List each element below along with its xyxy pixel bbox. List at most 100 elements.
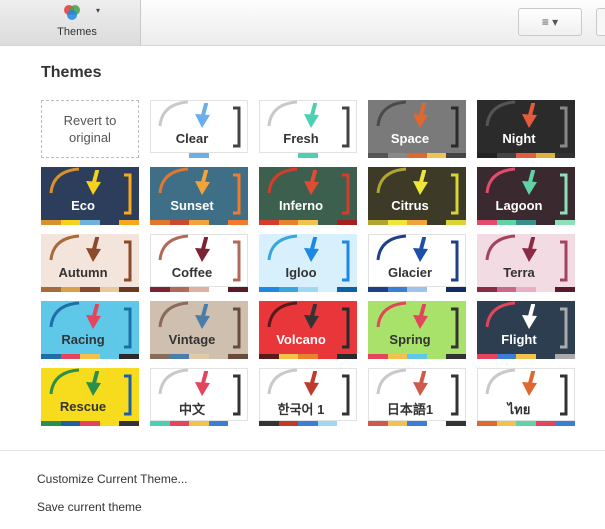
color-swatch <box>477 421 497 426</box>
arrow-down-icon <box>522 304 537 329</box>
color-swatch <box>407 220 427 225</box>
color-swatch <box>150 153 170 158</box>
theme-tile[interactable]: Flight <box>477 301 575 359</box>
color-swatch <box>368 153 388 158</box>
tab-arc-icon <box>376 368 407 395</box>
color-swatch <box>535 354 556 359</box>
revert-to-original-button[interactable]: Revert to original <box>41 100 139 158</box>
tab-arc-icon <box>485 301 516 328</box>
color-swatch <box>387 354 408 359</box>
theme-name: Inferno <box>278 198 324 213</box>
theme-tile[interactable]: Spring <box>368 301 466 359</box>
arrow-down-icon <box>86 304 101 329</box>
color-swatch <box>426 421 447 426</box>
color-swatch <box>208 220 229 225</box>
theme-tile[interactable]: Night <box>477 100 575 158</box>
color-swatch <box>41 421 61 426</box>
theme-tile[interactable]: 中文 <box>150 368 248 426</box>
theme-tile[interactable]: Eco <box>41 167 139 225</box>
color-swatch <box>169 153 190 158</box>
arrow-down-icon <box>304 371 319 396</box>
theme-tile[interactable]: Igloo <box>259 234 357 292</box>
theme-tile[interactable]: 한국어 1 <box>259 368 357 426</box>
tab-arc-icon <box>376 234 407 261</box>
color-strip <box>41 421 139 426</box>
color-strip <box>477 421 575 426</box>
themes-button[interactable]: ▾ Themes <box>0 0 141 45</box>
theme-name: Racing <box>61 332 105 347</box>
tab-arc-icon <box>485 234 516 261</box>
color-swatch <box>99 421 120 426</box>
theme-name: Space <box>390 131 430 146</box>
color-swatch <box>99 287 120 292</box>
color-strip <box>368 354 466 359</box>
color-swatch <box>228 421 248 426</box>
arrow-down-icon <box>522 170 537 195</box>
color-swatch <box>298 153 318 158</box>
color-strip <box>150 287 248 292</box>
themes-button-label: Themes <box>57 26 97 38</box>
customize-theme-link[interactable]: Customize Current Theme... <box>37 472 188 486</box>
color-swatch <box>496 354 517 359</box>
color-swatch <box>278 354 299 359</box>
color-swatch <box>407 287 427 292</box>
color-strip <box>477 153 575 158</box>
color-swatch <box>555 354 575 359</box>
themes-logo-icon <box>64 5 80 20</box>
color-swatch <box>259 153 279 158</box>
theme-tile[interactable]: Racing <box>41 301 139 359</box>
arrow-down-icon <box>413 103 428 128</box>
color-strip <box>41 220 139 225</box>
tab-arc-icon <box>376 301 407 328</box>
color-swatch <box>259 354 279 359</box>
theme-tile[interactable]: Fresh <box>259 100 357 158</box>
theme-tile[interactable]: Volcano <box>259 301 357 359</box>
theme-tile[interactable]: ไทย <box>477 368 575 426</box>
theme-tile[interactable]: Sunset <box>150 167 248 225</box>
theme-tile[interactable]: Inferno <box>259 167 357 225</box>
theme-tile[interactable]: Lagoon <box>477 167 575 225</box>
theme-tile[interactable]: 日本語1 <box>368 368 466 426</box>
theme-tile[interactable]: Terra <box>477 234 575 292</box>
color-swatch <box>60 287 81 292</box>
tab-arc-icon <box>158 301 189 328</box>
color-swatch <box>228 287 248 292</box>
overflow-button[interactable] <box>596 8 605 36</box>
color-swatch <box>41 220 61 225</box>
tab-arc-icon <box>267 234 298 261</box>
color-swatch <box>80 421 100 426</box>
save-theme-link[interactable]: Save current theme <box>37 500 142 514</box>
color-swatch <box>208 354 229 359</box>
color-swatch <box>80 220 100 225</box>
theme-name: 한국어 1 <box>277 402 325 417</box>
tab-arc-icon <box>158 100 189 127</box>
color-swatch <box>169 354 190 359</box>
arrow-down-icon <box>304 304 319 329</box>
theme-tile[interactable]: Clear <box>150 100 248 158</box>
theme-name: Coffee <box>171 265 213 280</box>
theme-tile[interactable]: Glacier <box>368 234 466 292</box>
theme-tile[interactable]: Vintage <box>150 301 248 359</box>
arrow-down-icon <box>86 170 101 195</box>
tab-arc-icon <box>376 167 407 194</box>
arrow-down-icon <box>522 103 537 128</box>
theme-name: Flight <box>501 332 537 347</box>
color-swatch <box>317 287 338 292</box>
theme-tile[interactable]: Autumn <box>41 234 139 292</box>
theme-name: Glacier <box>387 265 433 280</box>
color-swatch <box>189 354 209 359</box>
color-swatch <box>298 421 318 426</box>
theme-name: Spring <box>389 332 431 347</box>
theme-tile[interactable]: Space <box>368 100 466 158</box>
color-swatch <box>496 287 517 292</box>
color-swatch <box>169 421 190 426</box>
theme-tile[interactable]: Citrus <box>368 167 466 225</box>
color-swatch <box>208 153 229 158</box>
theme-tile[interactable]: Coffee <box>150 234 248 292</box>
color-swatch <box>446 354 466 359</box>
tab-arc-icon <box>158 167 189 194</box>
theme-tile[interactable]: Rescue <box>41 368 139 426</box>
menu-button[interactable]: ≡ ▾ <box>518 8 582 36</box>
color-swatch <box>535 287 556 292</box>
tab-arc-icon <box>485 368 516 395</box>
